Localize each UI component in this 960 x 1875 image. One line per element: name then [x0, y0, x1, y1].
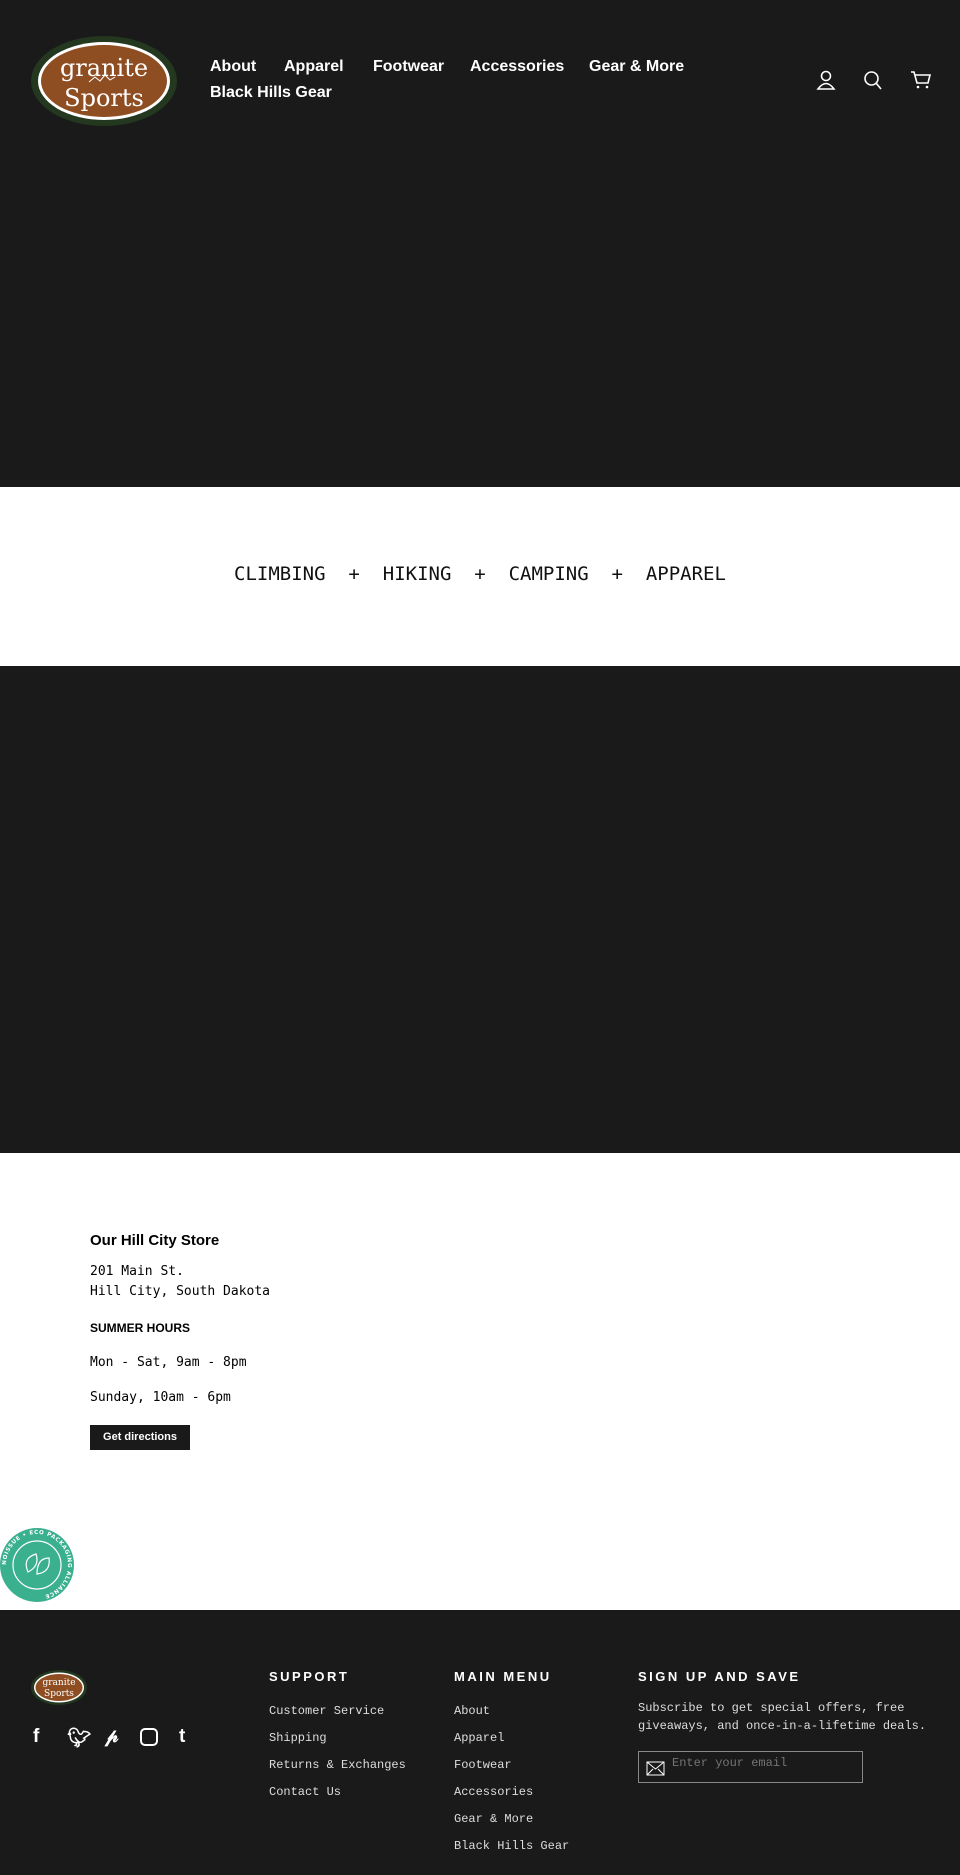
support-heading: SUPPORT [269, 1669, 350, 1684]
account-icon[interactable] [816, 70, 836, 90]
tagline: CLIMBING + HIKING + CAMPING + APPAREL [234, 563, 726, 585]
email-field[interactable] [638, 1751, 863, 1783]
footer-link[interactable]: Black Hills Gear [454, 1839, 569, 1853]
footer: granite Sports f 🐦︎ 𝓅 t SUPPORT Customer… [0, 1610, 960, 1875]
pinterest-icon[interactable]: 𝓅 [105, 1726, 119, 1748]
footer-link[interactable]: Apparel [454, 1731, 504, 1745]
svg-text:Sports: Sports [64, 84, 144, 112]
granite-sports-logo[interactable]: granite Sports [31, 36, 178, 126]
hours-weekday: Mon - Sat, 9am - 8pm [90, 1355, 247, 1370]
hours-sunday: Sunday, 10am - 6pm [90, 1390, 231, 1405]
nav-apparel[interactable]: Apparel [284, 58, 344, 76]
signup-text: Subscribe to get special offers, free gi… [638, 1701, 927, 1733]
nav-footwear[interactable]: Footwear [373, 58, 444, 76]
header-hero: granite Sports About Apparel Footwear Ac… [0, 0, 960, 487]
twitter-icon[interactable]: 🐦︎ [67, 1726, 91, 1750]
store-address-line1: 201 Main St. [90, 1264, 184, 1279]
tumblr-icon[interactable]: t [179, 1726, 185, 1748]
nav-about[interactable]: About [210, 58, 256, 76]
svg-text:granite: granite [60, 54, 148, 82]
signup-heading: SIGN UP AND SAVE [638, 1669, 801, 1684]
cart-icon[interactable] [910, 70, 932, 90]
footer-link[interactable]: Returns & Exchanges [269, 1758, 406, 1772]
svg-text:granite: granite [42, 1678, 75, 1688]
nav-gear-more[interactable]: Gear & More [589, 58, 684, 76]
envelope-icon [646, 1761, 665, 1776]
footer-link[interactable]: Footwear [454, 1758, 512, 1772]
get-directions-button[interactable]: Get directions [90, 1425, 190, 1450]
footer-link[interactable]: Accessories [454, 1785, 533, 1799]
footer-link[interactable]: Shipping [269, 1731, 327, 1745]
footer-link[interactable]: Contact Us [269, 1785, 341, 1799]
image-section [0, 666, 960, 1153]
facebook-icon[interactable]: f [33, 1726, 39, 1748]
search-icon[interactable] [863, 70, 883, 90]
main-menu-heading: MAIN MENU [454, 1669, 552, 1684]
footer-link[interactable]: About [454, 1704, 490, 1718]
eco-packaging-badge[interactable]: NOISSUE • ECO PACKAGING ALLIANCE [0, 1528, 75, 1603]
email-input[interactable] [672, 1756, 852, 1770]
instagram-icon[interactable] [140, 1728, 158, 1746]
svg-text:Sports: Sports [44, 1689, 74, 1699]
store-title: Our Hill City Store [90, 1232, 220, 1249]
hours-title: SUMMER HOURS [90, 1321, 191, 1335]
store-address-line2: Hill City, South Dakota [90, 1284, 271, 1299]
footer-link[interactable]: Gear & More [454, 1812, 533, 1826]
nav-black-hills-gear[interactable]: Black Hills Gear [210, 84, 332, 102]
footer-link[interactable]: Customer Service [269, 1704, 384, 1718]
nav-accessories[interactable]: Accessories [470, 58, 564, 76]
footer-logo[interactable]: granite Sports [31, 1670, 87, 1705]
